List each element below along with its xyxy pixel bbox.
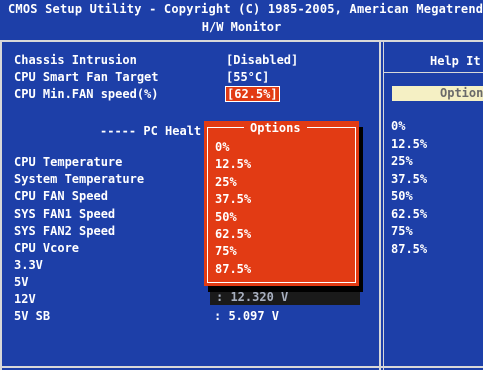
monitor-label-sys-fan2-speed: SYS FAN2 Speed [14, 224, 116, 238]
option-item[interactable]: 87.5% [215, 261, 251, 278]
help-panel-divider [379, 40, 381, 370]
help-option-item: 37.5% [391, 171, 428, 186]
setting-value-cpu-smart-fan-target[interactable]: [55°C] [226, 70, 269, 84]
help-option-field: Option [392, 86, 483, 101]
option-item[interactable]: 75% [215, 243, 251, 260]
monitor-label-system-temperature: System Temperature [14, 172, 145, 186]
options-popup-title: Options [244, 121, 307, 135]
help-option-list: 0% 12.5% 25% 37.5% 50% 62.5% 75% 87.5% [391, 118, 427, 258]
option-item[interactable]: 50% [215, 209, 251, 226]
monitor-label-sys-fan1-speed: SYS FAN1 Speed [14, 207, 116, 221]
option-item[interactable]: 12.5% [215, 156, 251, 173]
option-item[interactable]: 62.5% [215, 226, 251, 243]
help-option-item: 0% [391, 119, 406, 133]
monitor-value-12v: : 12.320 V [210, 290, 360, 305]
monitor-label-3-3v: 3.3V [14, 258, 43, 272]
frame-bottom-border [0, 366, 483, 368]
setting-label-cpu-min-fan-speed: CPU Min.FAN speed(%) [14, 87, 159, 101]
help-option-item: 62.5% [391, 206, 428, 221]
header-bar: CMOS Setup Utility - Copyright (C) 1985-… [0, 0, 483, 44]
help-option-item: 75% [391, 224, 413, 238]
options-list: 0% 12.5% 25% 37.5% 50% 62.5% 75% 87.5% [215, 139, 251, 278]
frame-top-border [0, 40, 483, 42]
monitor-label-12v: 12V [14, 292, 36, 306]
setting-value-chassis-intrusion[interactable]: [Disabled] [226, 53, 298, 67]
help-option-item: 12.5% [391, 136, 428, 151]
help-option-item: 50% [391, 189, 413, 203]
monitor-label-cpu-vcore: CPU Vcore [14, 241, 80, 255]
page-title: H/W Monitor [201, 20, 282, 34]
setting-value-cpu-min-fan-speed[interactable]: [62.5%] [225, 86, 280, 102]
option-item[interactable]: 37.5% [215, 191, 251, 208]
help-panel-divider-inner [383, 40, 384, 370]
monitor-label-5v: 5V [14, 275, 29, 289]
help-panel-separator [384, 72, 483, 73]
option-item[interactable]: 25% [215, 174, 251, 191]
help-option-item: 25% [391, 154, 413, 168]
monitor-value-5v-sb: : 5.097 V [214, 309, 280, 323]
monitor-label-cpu-fan-speed: CPU FAN Speed [14, 189, 108, 203]
frame-left-border [0, 40, 2, 370]
option-item[interactable]: 0% [215, 139, 251, 156]
monitor-label-5v-sb: 5V SB [14, 309, 51, 323]
app-title: CMOS Setup Utility - Copyright (C) 1985-… [8, 2, 483, 16]
monitor-label-cpu-temperature: CPU Temperature [14, 155, 123, 169]
help-option-item: 87.5% [391, 241, 428, 256]
setting-label-chassis-intrusion: Chassis Intrusion [14, 53, 137, 67]
setting-label-cpu-smart-fan-target: CPU Smart Fan Target [14, 70, 159, 84]
options-popup[interactable]: Options 0% 12.5% 25% 37.5% 50% 62.5% 75%… [204, 121, 359, 286]
help-panel-title: Help It [430, 54, 481, 68]
pc-health-section-title: ----- PC Healt [100, 124, 202, 138]
